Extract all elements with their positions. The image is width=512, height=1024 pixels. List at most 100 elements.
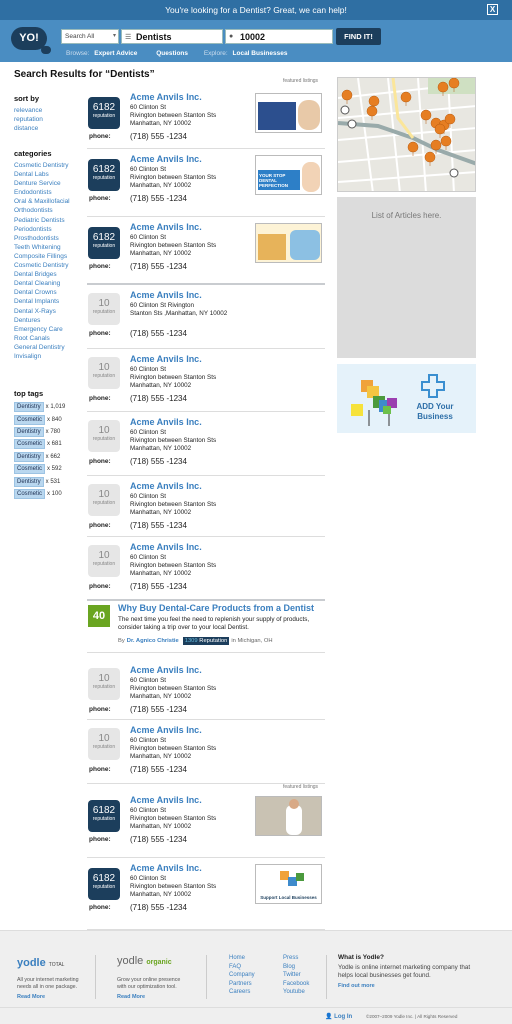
business-name[interactable]: Acme Anvils Inc.	[130, 417, 202, 427]
category-link[interactable]: Dental Implants	[14, 297, 84, 306]
search-query-input[interactable]: ☰ Dentists	[121, 29, 223, 44]
business-name[interactable]: Acme Anvils Inc.	[130, 354, 202, 364]
business-name[interactable]: Acme Anvils Inc.	[130, 92, 202, 102]
footer-link-faq[interactable]: FAQ	[229, 963, 255, 972]
category-link[interactable]: Composite Fillings	[14, 252, 84, 261]
phone-number[interactable]: (718) 555 -1234	[130, 194, 187, 203]
browse-link-questions[interactable]: Questions	[156, 50, 188, 57]
category-link[interactable]: Oral & Maxillofacial	[14, 197, 84, 206]
tag-label[interactable]: Dentistry	[14, 426, 44, 437]
business-name[interactable]: Acme Anvils Inc.	[130, 542, 202, 552]
phone-number[interactable]: (718) 555 -1234	[130, 262, 187, 271]
address-line: Rivington between Stanton Sts	[130, 112, 217, 119]
phone-number[interactable]: (718) 555 -1234	[130, 765, 187, 774]
phone-number[interactable]: (718) 555 -1234	[130, 394, 187, 403]
yodle-organic-logo[interactable]: yodle organic	[117, 955, 172, 967]
category-link[interactable]: Orthodontists	[14, 206, 84, 215]
explore-link-local-businesses[interactable]: Local Businesses	[233, 50, 288, 57]
sort-reputation[interactable]: reputation	[14, 115, 84, 124]
listing-thumbnail[interactable]: Support Local Businesses	[255, 864, 322, 904]
business-name[interactable]: Acme Anvils Inc.	[130, 222, 202, 232]
tag-label[interactable]: Cosmetic	[14, 439, 46, 450]
category-link[interactable]: Prosthodontists	[14, 234, 84, 243]
footer-divider	[95, 955, 96, 999]
business-name[interactable]: Acme Anvils Inc.	[130, 725, 202, 735]
article-body: The next time you feel the need to reple…	[118, 616, 310, 632]
category-link[interactable]: Dental Labs	[14, 170, 84, 179]
business-name[interactable]: Acme Anvils Inc.	[130, 863, 202, 873]
category-link[interactable]: Teeth Whitening	[14, 243, 84, 252]
tag-label[interactable]: Dentistry	[14, 402, 44, 413]
article-title[interactable]: Why Buy Dental-Care Products from a Dent…	[118, 603, 314, 613]
listing-thumbnail[interactable]	[255, 796, 322, 836]
listing-card: 6182 reputation Acme Anvils Inc. 60 Clin…	[87, 858, 325, 930]
category-link[interactable]: Root Canals	[14, 334, 84, 343]
listing-thumbnail[interactable]: YOUR STOP DENTAL PERFECTION	[255, 155, 322, 195]
phone-number[interactable]: (718) 555 -1234	[130, 521, 187, 530]
phone-number[interactable]: (718) 555 -1234	[130, 903, 187, 912]
footer-link-company[interactable]: Company	[229, 971, 255, 980]
footer-link-facebook[interactable]: Facebook	[283, 980, 309, 989]
reputation-label: reputation	[92, 243, 116, 249]
category-link[interactable]: Cosmetic Dentistry	[14, 261, 84, 270]
category-link[interactable]: Endodontists	[14, 188, 84, 197]
find-out-more-link[interactable]: Find out more	[338, 983, 375, 989]
phone-number[interactable]: (718) 555 -1234	[130, 582, 187, 591]
yodle-organic-read-more[interactable]: Read More	[117, 994, 145, 1000]
phone-number[interactable]: (718) 555 -1234	[130, 457, 187, 466]
category-link[interactable]: Dental Cleaning	[14, 279, 84, 288]
yodle-total-read-more[interactable]: Read More	[17, 994, 45, 1000]
tag-label[interactable]: Cosmetic	[14, 464, 46, 475]
listing-thumbnail[interactable]	[255, 223, 322, 263]
category-link[interactable]: Pediatric Dentists	[14, 216, 84, 225]
business-name[interactable]: Acme Anvils Inc.	[130, 481, 202, 491]
sort-distance[interactable]: distance	[14, 124, 84, 133]
category-link[interactable]: Invisalign	[14, 352, 84, 361]
business-name[interactable]: Acme Anvils Inc.	[130, 795, 202, 805]
tag-count: x 681	[47, 441, 62, 448]
category-link[interactable]: Dental X-Rays	[14, 307, 84, 316]
location-input[interactable]: ● 10002	[225, 29, 333, 44]
address-line: Rivington between Stanton Sts	[130, 883, 217, 890]
find-it-button[interactable]: FIND IT!	[336, 28, 381, 45]
listing-thumbnail[interactable]	[255, 93, 322, 133]
footer-link-youtube[interactable]: Youtube	[283, 988, 309, 997]
tag-label[interactable]: Cosmetic	[14, 414, 46, 425]
yodle-total-logo[interactable]: yodle TOTAL	[17, 957, 64, 969]
yodle-total-desc-line: All your internet marketing	[17, 977, 79, 983]
tag-label[interactable]: Dentistry	[14, 451, 44, 462]
footer-link-home[interactable]: Home	[229, 954, 255, 963]
phone-number[interactable]: (718) 555 -1234	[130, 329, 187, 338]
category-link[interactable]: Dental Bridges	[14, 270, 84, 279]
sort-relevance[interactable]: relevance	[14, 106, 84, 115]
category-link[interactable]: Periodontists	[14, 225, 84, 234]
category-link[interactable]: Dentures	[14, 316, 84, 325]
business-name[interactable]: Acme Anvils Inc.	[130, 290, 202, 300]
tag-label[interactable]: Dentistry	[14, 476, 44, 487]
business-name[interactable]: Acme Anvils Inc.	[130, 154, 202, 164]
results-map[interactable]	[337, 77, 476, 192]
tag-label[interactable]: Cosmetic	[14, 488, 46, 499]
phone-number[interactable]: (718) 555 -1234	[130, 132, 187, 141]
add-business-button[interactable]: ADD Your Business	[337, 364, 476, 433]
footer-link-press[interactable]: Press	[283, 954, 309, 963]
article-author[interactable]: Dr. Agnico Christie	[127, 638, 179, 644]
search-scope-select[interactable]: Search All ▾	[61, 29, 119, 44]
location-value: 10002	[240, 32, 266, 42]
category-link[interactable]: Denture Service	[14, 179, 84, 188]
footer-link-partners[interactable]: Partners	[229, 980, 255, 989]
phone-number[interactable]: (718) 555 -1234	[130, 835, 187, 844]
login-link[interactable]: 👤 Log In	[325, 1013, 352, 1020]
category-link[interactable]: Emergency Care	[14, 325, 84, 334]
phone-number[interactable]: (718) 555 -1234	[130, 705, 187, 714]
close-icon[interactable]: X	[487, 4, 498, 15]
category-link[interactable]: General Dentistry	[14, 343, 84, 352]
footer-link-twitter[interactable]: Twitter	[283, 971, 309, 980]
browse-link-expert-advice[interactable]: Expert Advice	[94, 50, 137, 57]
footer-link-careers[interactable]: Careers	[229, 988, 255, 997]
footer-divider	[206, 955, 207, 999]
business-name[interactable]: Acme Anvils Inc.	[130, 665, 202, 675]
footer-link-blog[interactable]: Blog	[283, 963, 309, 972]
category-link[interactable]: Dental Crowns	[14, 288, 84, 297]
category-link[interactable]: Cosmetic Dentistry	[14, 161, 84, 170]
